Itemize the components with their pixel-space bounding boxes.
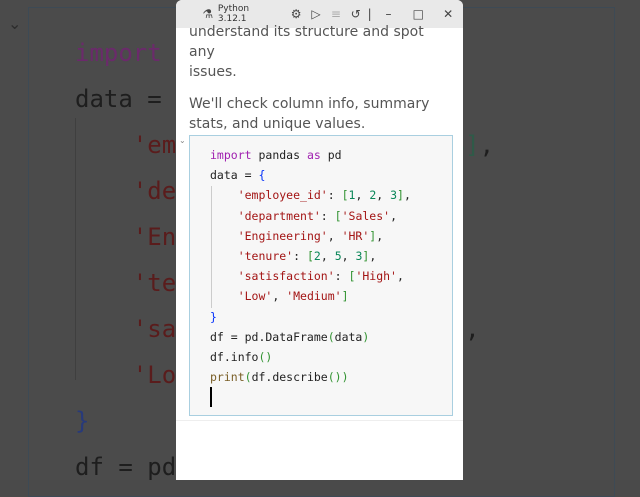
close-button[interactable]: ✕: [433, 7, 463, 21]
kernel-label[interactable]: Python 3.12.1: [218, 4, 280, 24]
run-icon[interactable]: ▷: [306, 7, 326, 21]
code-line: 'satisfaction': ['High',: [237, 269, 404, 284]
notebook-window: ⚗ Python 3.12.1 ⚙ ▷ ≡ ↺ | – □ ✕ understa…: [176, 0, 463, 480]
markdown-cell: understand its structure and spot any iss…: [176, 22, 463, 134]
markdown-text: understand its structure and spot any: [189, 24, 424, 60]
minimize-button[interactable]: –: [374, 7, 404, 21]
separator: |: [367, 7, 372, 21]
markdown-text: issues.: [189, 64, 237, 80]
code-line: }: [210, 309, 217, 324]
code-line: df = pd.DataFrame(data): [210, 329, 370, 344]
code-editor[interactable]: import pandas as pd data = { 'employee_id…: [210, 145, 411, 387]
code-line: 'tenure': [2, 5, 3],: [237, 249, 377, 264]
text-cursor: [210, 387, 212, 407]
code-line: import pandas as pd: [210, 148, 342, 162]
code-cell[interactable]: import pandas as pd data = { 'employee_id…: [189, 135, 453, 416]
gear-icon[interactable]: ⚙: [286, 7, 306, 21]
flask-icon: ⚗: [202, 7, 214, 21]
restart-icon[interactable]: ↺: [346, 7, 366, 21]
maximize-button[interactable]: □: [403, 7, 433, 21]
chevron-down-icon[interactable]: ⌄: [179, 136, 186, 145]
markdown-text: We'll check column info, summary stats, …: [189, 96, 430, 132]
code-line: 'Engineering', 'HR'],: [237, 228, 384, 243]
code-line: data = {: [210, 168, 266, 183]
code-line: 'employee_id': [1, 2, 3],: [237, 188, 411, 203]
divider: [176, 420, 463, 421]
code-line: 'Low', 'Medium']: [237, 289, 349, 304]
code-line: df.info(): [210, 350, 273, 365]
code-line: print(df.describe()): [210, 370, 349, 385]
chevron-down-icon: ⌄: [8, 14, 22, 33]
clear-outputs-icon[interactable]: ≡: [326, 7, 346, 21]
code-line: 'department': ['Sales',: [237, 208, 397, 223]
